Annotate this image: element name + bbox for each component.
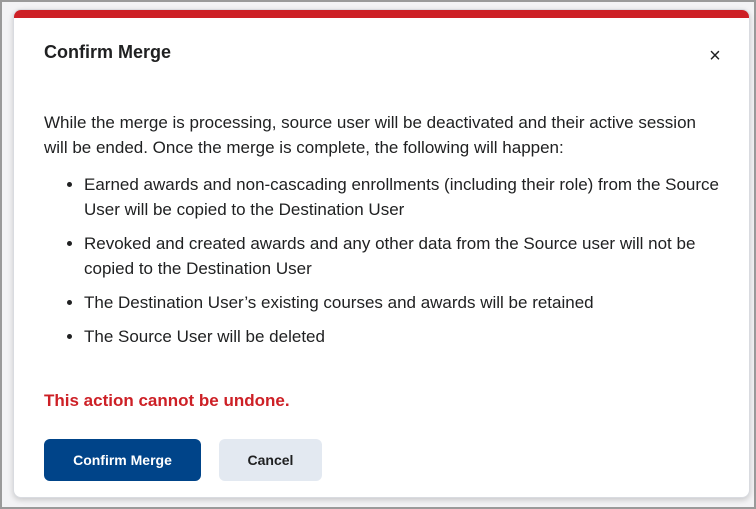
list-item: The Destination User’s existing courses … bbox=[84, 290, 724, 315]
dialog-critical-bar bbox=[14, 10, 749, 18]
list-item: Revoked and created awards and any other… bbox=[84, 231, 724, 281]
close-icon[interactable]: × bbox=[704, 45, 726, 67]
dialog-title: Confirm Merge bbox=[44, 42, 172, 62]
confirm-merge-dialog: Confirm Merge × While the merge is proce… bbox=[13, 9, 750, 498]
warning-text: This action cannot be undone. bbox=[44, 391, 290, 410]
consequence-list: Earned awards and non-cascading enrollme… bbox=[44, 172, 724, 349]
intro-text: While the merge is processing, source us… bbox=[44, 113, 696, 157]
list-item: Earned awards and non-cascading enrollme… bbox=[84, 172, 724, 222]
confirm-merge-button[interactable]: Confirm Merge bbox=[44, 439, 201, 481]
cancel-button[interactable]: Cancel bbox=[219, 439, 322, 481]
list-item: The Source User will be deleted bbox=[84, 324, 724, 349]
dialog-content: While the merge is processing, source us… bbox=[44, 110, 724, 358]
